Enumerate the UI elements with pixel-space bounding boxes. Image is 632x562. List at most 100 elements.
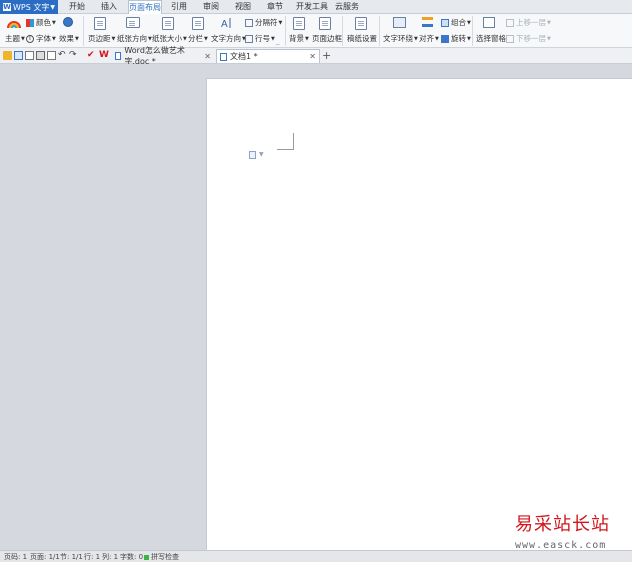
watermark-text: 易采站长站: [515, 514, 610, 535]
margins-button[interactable]: 页边距 ▼: [88, 33, 115, 44]
status-pages: 页面: 1/1: [30, 553, 60, 561]
wrap-text-label: 文字环绕: [383, 34, 413, 43]
tab-home[interactable]: 开始: [64, 0, 90, 14]
paper-size-icon: [162, 17, 174, 30]
rotate-icon: [441, 34, 449, 43]
background-button[interactable]: 背景 ▼: [289, 33, 309, 44]
align-button[interactable]: 对齐 ▼: [419, 33, 439, 44]
chevron-down-icon: ▼: [50, 3, 55, 11]
chevron-down-icon: ▼: [467, 19, 471, 26]
line-numbers-button[interactable]: 行号 ▼: [245, 33, 275, 44]
wps-w-icon[interactable]: W: [99, 51, 109, 60]
margin-corner-mark: [277, 133, 294, 150]
app-menu-button[interactable]: W WPS 文字 ▼: [0, 0, 58, 14]
save-icon[interactable]: [14, 51, 23, 60]
close-icon[interactable]: ✕: [204, 52, 211, 61]
status-col: 列: 1: [102, 553, 119, 561]
svg-text:A: A: [221, 19, 228, 29]
chevron-down-icon[interactable]: ▼: [259, 151, 264, 158]
status-section: 节: 1/1: [60, 553, 83, 561]
doc-tab-document1[interactable]: 文档1 * ✕: [216, 49, 320, 63]
tab-insert[interactable]: 插入: [96, 0, 122, 14]
status-page: 页码: 1: [4, 553, 28, 561]
theme-label: 主题: [5, 34, 20, 43]
text-direction-button[interactable]: 文字方向 ▼: [211, 33, 246, 44]
text-direction-icon: A: [220, 17, 233, 30]
new-tab-button[interactable]: +: [322, 49, 331, 63]
chevron-down-icon: ▼: [435, 35, 439, 42]
chevron-down-icon: ▼: [547, 19, 551, 26]
export-pdf-icon[interactable]: [25, 51, 34, 60]
open-folder-icon[interactable]: [3, 51, 12, 60]
columns-label: 分栏: [188, 34, 203, 43]
effects-button[interactable]: 效果 ▼: [59, 33, 79, 44]
columns-button[interactable]: 分栏 ▼: [188, 33, 208, 44]
group-button[interactable]: 组合 ▼: [441, 17, 471, 28]
tab-chapter[interactable]: 章节: [262, 0, 288, 14]
spell-check-label: 拼写检查: [151, 553, 179, 561]
tab-cloud[interactable]: 云服务: [334, 0, 360, 14]
bring-forward-button[interactable]: 上移一层 ▼: [506, 17, 551, 28]
orientation-icon: [126, 17, 140, 28]
page-border-icon: [319, 17, 331, 30]
line-numbers-label: 行号: [255, 34, 270, 43]
send-backward-button[interactable]: 下移一层 ▼: [506, 33, 551, 44]
rotate-button[interactable]: 旋转 ▼: [441, 33, 471, 44]
spell-check-toggle[interactable]: 拼写检查: [144, 552, 179, 562]
colors-button[interactable]: 颜色 ▼: [26, 17, 56, 28]
print-preview-icon[interactable]: [47, 51, 56, 60]
chevron-down-icon: ▼: [52, 35, 56, 42]
tab-view[interactable]: 视图: [230, 0, 256, 14]
page-border-button[interactable]: 页面边框: [312, 33, 342, 44]
doc-tab-title: 文档1 *: [230, 52, 258, 61]
chevron-down-icon: ▼: [467, 35, 471, 42]
selection-pane-button[interactable]: 选择窗格: [476, 33, 506, 44]
ribbon-divider: [342, 16, 343, 46]
chevron-down-icon: ▼: [278, 19, 283, 26]
background-label: 背景: [289, 34, 304, 43]
doc-file-icon: [115, 52, 122, 60]
page-border-label: 页面边框: [312, 34, 342, 43]
wps-logo-icon: W: [3, 3, 11, 11]
font-button[interactable]: T 字体 ▼: [26, 33, 56, 44]
selection-pane-label: 选择窗格: [476, 34, 506, 43]
colors-label: 颜色: [36, 18, 51, 27]
redo-icon[interactable]: ↷: [69, 51, 78, 60]
pin-icon[interactable]: ✔: [87, 51, 96, 60]
chevron-down-icon: ▼: [271, 35, 275, 42]
chevron-down-icon: ▼: [111, 35, 116, 42]
paper-size-button[interactable]: 纸张大小 ▼: [152, 33, 187, 44]
breaks-icon: [245, 18, 253, 27]
theme-button[interactable]: 主题 ▼: [5, 33, 25, 44]
close-icon[interactable]: ✕: [309, 52, 316, 61]
chevron-down-icon: ▼: [305, 35, 309, 42]
tab-page-layout[interactable]: 页面布局: [128, 0, 162, 15]
paper-size-label: 纸张大小: [152, 34, 182, 43]
ribbon-divider: [472, 16, 473, 46]
paragraph-layout-icon[interactable]: [249, 151, 256, 159]
ribbon: 主题 ▼ 颜色 ▼ T 字体 ▼ 效果 ▼ 页边距 ▼ 纸张方向 ▼ 纸张大小 ▼ 分栏 ▼ A…: [0, 14, 632, 48]
tab-developer[interactable]: 开发工具: [294, 0, 330, 14]
group-icon: [441, 18, 449, 27]
manuscript-setup-icon: [355, 17, 367, 30]
undo-icon[interactable]: ↶: [58, 51, 67, 60]
effects-label: 效果: [59, 34, 74, 43]
tab-references[interactable]: 引用: [166, 0, 192, 14]
align-icon: [422, 17, 433, 27]
document-work-area[interactable]: ▼: [0, 64, 632, 550]
send-backward-icon: [506, 34, 514, 43]
font-icon: T: [26, 34, 34, 43]
document-page[interactable]: ▼: [206, 78, 632, 550]
spell-check-icon: [144, 554, 149, 560]
palette-icon: [26, 18, 34, 27]
wrap-text-button[interactable]: 文字环绕 ▼: [383, 33, 418, 44]
breaks-label: 分隔符: [255, 18, 278, 27]
doc-tab-word-art[interactable]: Word怎么做艺术字.doc * ✕: [112, 46, 214, 66]
tab-review[interactable]: 审阅: [198, 0, 224, 14]
manuscript-setup-button[interactable]: 稿纸设置: [347, 33, 377, 44]
breaks-button[interactable]: 分隔符 ▼: [245, 17, 282, 28]
print-icon[interactable]: [36, 51, 45, 60]
background-icon: [293, 17, 305, 30]
orientation-button[interactable]: 纸张方向 ▼: [117, 33, 152, 44]
chevron-down-icon: ▼: [21, 35, 25, 42]
